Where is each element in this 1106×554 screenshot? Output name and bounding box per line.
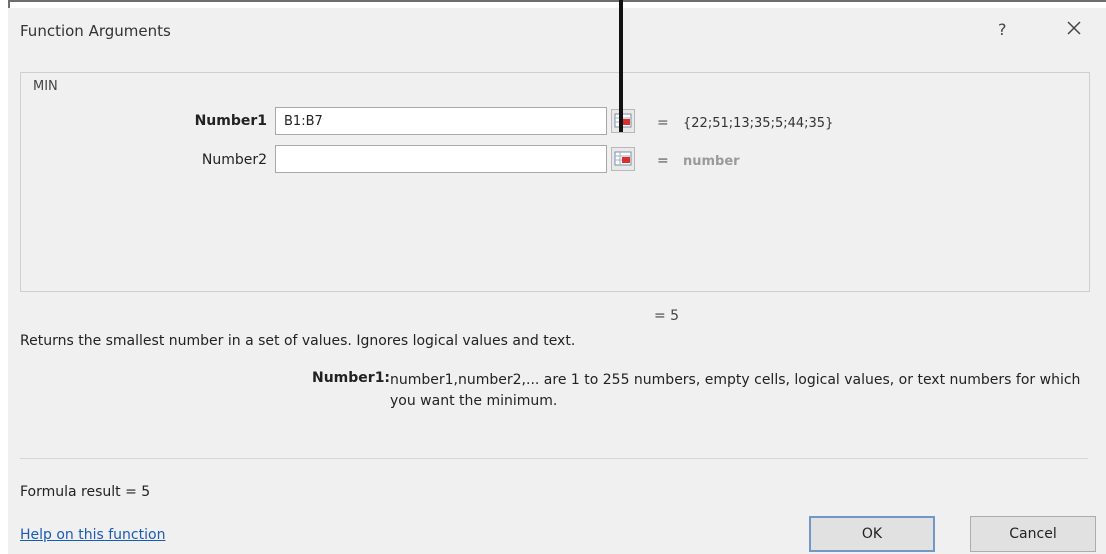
function-result: = 5 — [654, 308, 680, 324]
function-description: Returns the smallest number in a set of … — [20, 333, 576, 349]
number1-label: Number1 — [194, 113, 267, 129]
number2-equals: = — [657, 153, 669, 169]
annotation-arrow — [619, 0, 623, 132]
formula-result: Formula result = 5 — [20, 484, 151, 500]
help-on-function-link[interactable]: Help on this function — [20, 527, 165, 543]
number1-range-select-icon[interactable] — [611, 109, 635, 133]
number2-range-select-icon[interactable] — [611, 147, 635, 171]
number2-label: Number2 — [201, 152, 267, 168]
function-arguments-dialog: Function Arguments ? MIN Number1 = {22;5… — [8, 8, 1106, 554]
dialog-title: Function Arguments — [20, 22, 171, 40]
frame-top — [8, 0, 1106, 2]
number2-input[interactable] — [275, 145, 607, 173]
close-icon[interactable] — [1060, 14, 1088, 42]
ok-button[interactable]: OK — [809, 516, 935, 552]
number1-input[interactable] — [275, 107, 607, 135]
function-name: MIN — [33, 79, 58, 94]
argument-help-label: Number1: — [312, 370, 391, 386]
cancel-button[interactable]: Cancel — [970, 516, 1096, 552]
divider — [20, 458, 1088, 459]
argument-help-text: number1,number2,... are 1 to 255 numbers… — [390, 372, 1081, 409]
number1-evaluated: {22;51;13;35;5;44;35} — [683, 116, 834, 131]
help-button[interactable]: ? — [998, 20, 1007, 39]
arguments-group: MIN Number1 = {22;51;13;35;5;44;35} Numb… — [20, 72, 1090, 292]
number1-equals: = — [657, 115, 669, 131]
number2-evaluated: number — [683, 154, 740, 169]
